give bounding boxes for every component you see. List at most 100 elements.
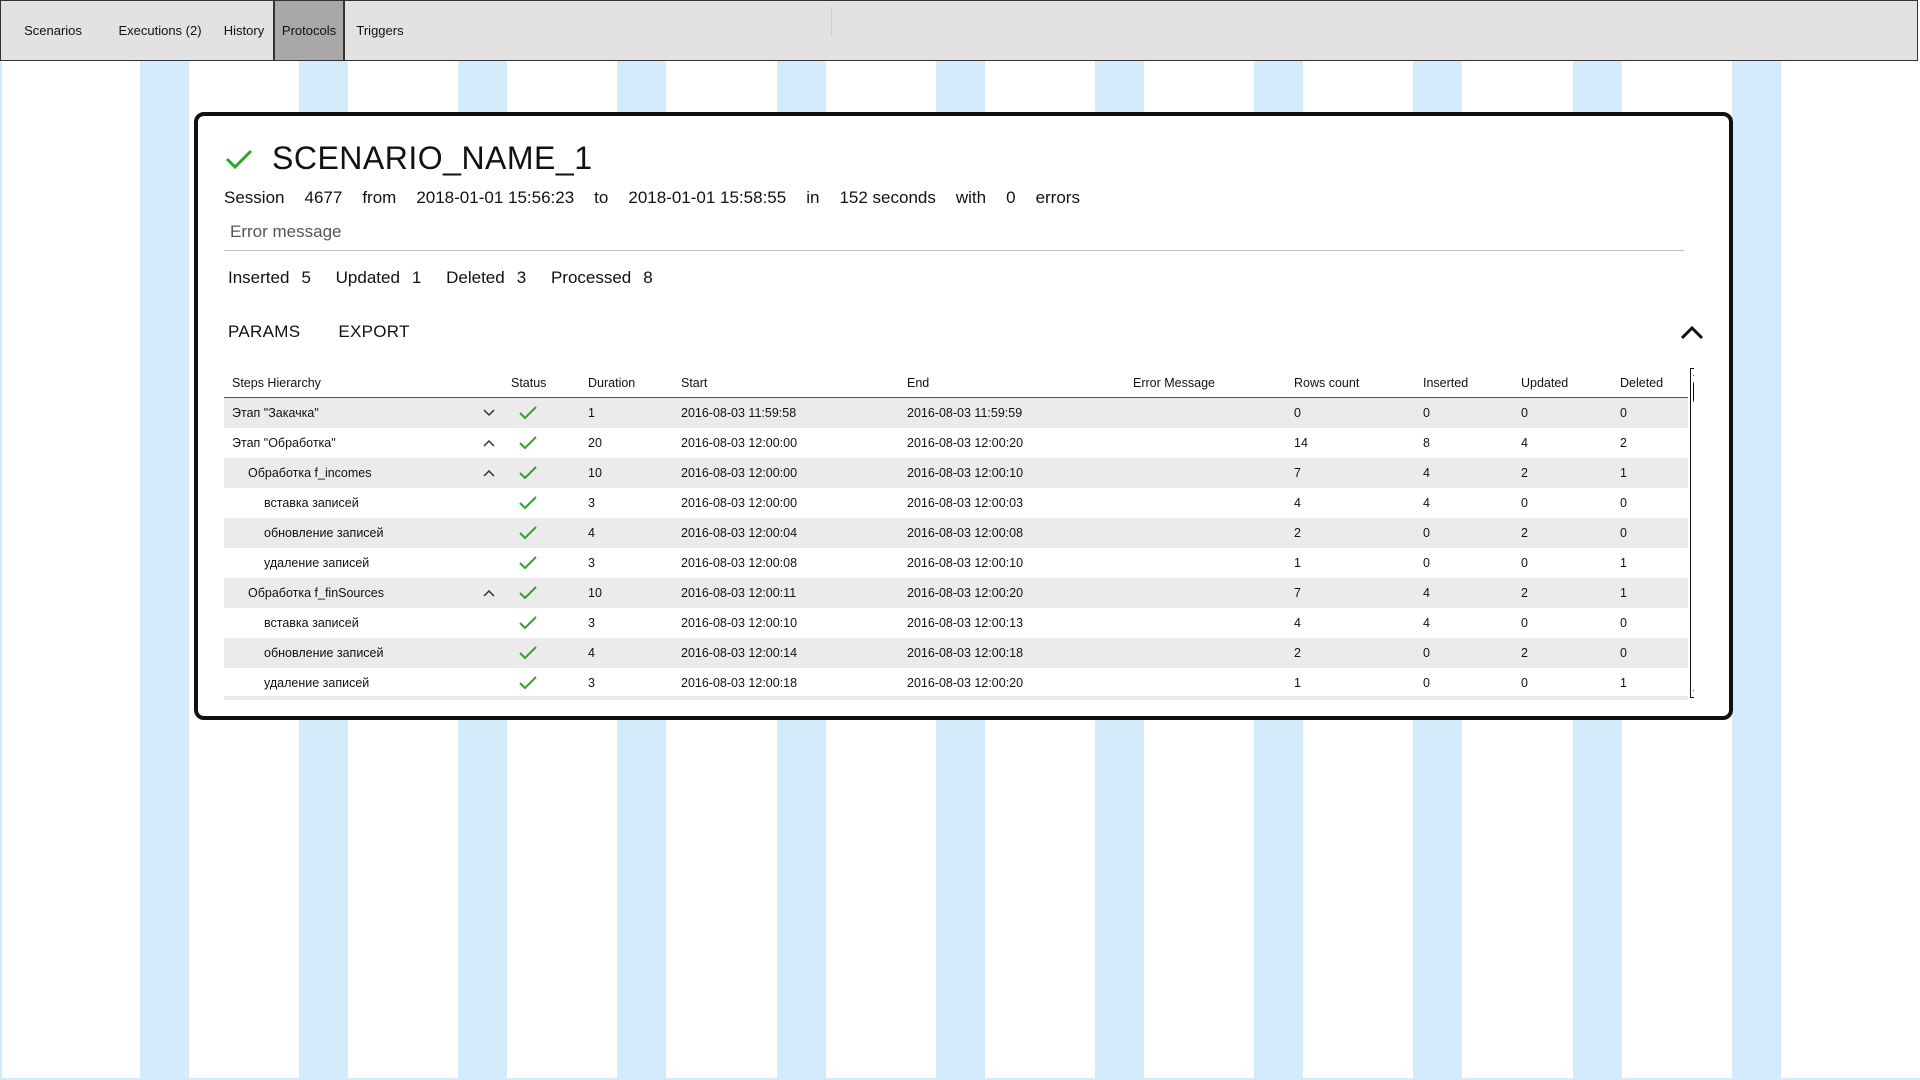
cell-deleted: 1	[1620, 556, 1627, 570]
cell-rows-count: 14	[1294, 436, 1308, 450]
table-row[interactable]: вставка записей 3 2016-08-03 12:00:10 2016-…	[224, 608, 1688, 638]
cell-updated: 4	[1521, 436, 1528, 450]
cell-duration: 3	[588, 616, 595, 630]
scroll-up-arrow-icon[interactable]	[1692, 370, 1694, 378]
cell-start: 2016-08-03 11:59:58	[681, 406, 797, 420]
cell-step-name: обновление записей	[264, 646, 384, 660]
cell-rows-count: 7	[1294, 586, 1301, 600]
errors-label: errors	[1035, 188, 1080, 207]
cell-inserted: 8	[1423, 436, 1430, 450]
cell-deleted: 0	[1620, 406, 1627, 420]
header-start[interactable]: Start	[681, 368, 707, 398]
cell-deleted: 0	[1620, 646, 1627, 660]
tab-triggers[interactable]: Triggers	[345, 1, 415, 60]
session-summary: Session 4677 from 2018-01-01 15:56:23 to…	[224, 188, 1100, 208]
header-steps[interactable]: Steps Hierarchy	[232, 368, 321, 398]
export-button[interactable]: EXPORT	[338, 322, 409, 342]
inserted-count: 5	[301, 268, 311, 287]
cell-updated: 0	[1521, 496, 1528, 510]
table-scrollbar[interactable]	[1690, 368, 1694, 698]
scenario-header: SCENARIO_NAME_1	[224, 140, 592, 177]
cell-deleted: 1	[1620, 466, 1627, 480]
cell-start: 2016-08-03 12:00:10	[681, 616, 798, 630]
cell-updated: 0	[1521, 616, 1528, 630]
cell-rows-count: 7	[1294, 466, 1301, 480]
cell-updated: 2	[1521, 466, 1528, 480]
scroll-down-arrow-icon[interactable]	[1692, 688, 1694, 696]
cell-end: 2016-08-03 12:00:18	[907, 646, 1024, 660]
cell-duration: 3	[588, 556, 595, 570]
tab-bar-separator	[831, 7, 832, 37]
table-row[interactable]: Обработка f_finSources 10 2016-08-03 12:00…	[224, 578, 1688, 608]
chevron-up-icon[interactable]	[482, 588, 496, 598]
cell-step-name: обновление записей	[264, 526, 384, 540]
header-error-message[interactable]: Error Message	[1133, 368, 1215, 398]
check-icon	[519, 496, 537, 510]
header-inserted[interactable]: Inserted	[1423, 368, 1468, 398]
cell-duration: 1	[588, 406, 595, 420]
cell-start: 2016-08-03 12:00:18	[681, 676, 798, 690]
table-row[interactable]: удаление записей 3 2016-08-03 12:00:18 2016…	[224, 668, 1688, 698]
cell-duration: 10	[588, 586, 602, 600]
cell-deleted: 0	[1620, 496, 1627, 510]
tab-executions[interactable]: Executions (2)	[105, 1, 215, 60]
table-row[interactable]: Этап "Обработка" 20 2016-08-03 12:00:00 201…	[224, 428, 1688, 458]
steps-table: Steps Hierarchy Status Duration Start En…	[224, 368, 1694, 700]
chevron-up-icon[interactable]	[1678, 322, 1706, 344]
header-duration[interactable]: Duration	[588, 368, 635, 398]
cell-end: 2016-08-03 12:00:08	[907, 526, 1024, 540]
chevron-up-icon[interactable]	[482, 438, 496, 448]
scroll-thumb[interactable]	[1693, 381, 1694, 403]
table-row[interactable]: Обработка f_incomes 10 2016-08-03 12:00:00…	[224, 458, 1688, 488]
from-label: from	[362, 188, 397, 207]
cell-duration: 3	[588, 676, 595, 690]
cell-rows-count: 2	[1294, 526, 1301, 540]
cell-end: 2016-08-03 12:00:20	[907, 586, 1024, 600]
tab-protocols[interactable]: Protocols	[273, 1, 345, 60]
check-icon	[519, 646, 537, 660]
params-button[interactable]: PARAMS	[228, 322, 300, 342]
cell-end: 2016-08-03 12:00:20	[907, 436, 1024, 450]
cell-inserted: 4	[1423, 496, 1430, 510]
cell-deleted: 2	[1620, 436, 1627, 450]
chevron-up-icon[interactable]	[482, 468, 496, 478]
deleted-count: 3	[516, 268, 527, 287]
cell-start: 2016-08-03 12:00:04	[681, 526, 798, 540]
tab-scenarios[interactable]: Scenarios	[1, 1, 105, 60]
cell-inserted: 4	[1423, 616, 1430, 630]
processed-label: Processed	[550, 268, 632, 287]
error-message-field[interactable]: Error message	[230, 222, 341, 242]
header-status[interactable]: Status	[511, 368, 546, 398]
cell-updated: 2	[1521, 526, 1528, 540]
tab-history[interactable]: History	[215, 1, 273, 60]
cell-deleted: 0	[1620, 616, 1627, 630]
header-deleted[interactable]: Deleted	[1620, 368, 1663, 398]
header-end[interactable]: End	[907, 368, 929, 398]
table-row[interactable]: Этап "Закачка" 1 2016-08-03 11:59:58 2016-0…	[224, 398, 1688, 428]
header-updated[interactable]: Updated	[1521, 368, 1568, 398]
check-icon	[225, 149, 253, 169]
scenario-title: SCENARIO_NAME_1	[272, 140, 593, 176]
chevron-down-icon[interactable]	[482, 408, 496, 418]
table-row[interactable]: вставка записей 3 2016-08-03 12:00:00 2016-…	[224, 488, 1688, 518]
check-icon	[519, 616, 537, 630]
cell-step-name: Этап "Обработка"	[232, 436, 336, 450]
check-icon	[519, 436, 537, 450]
check-icon	[519, 406, 537, 420]
cell-updated: 0	[1521, 676, 1528, 690]
table-row[interactable]: удаление записей 3 2016-08-03 12:00:08 2016…	[224, 548, 1688, 578]
grid-column	[140, 61, 189, 1079]
cell-duration: 4	[588, 646, 595, 660]
header-rows-count[interactable]: Rows count	[1294, 368, 1359, 398]
cell-inserted: 0	[1423, 406, 1430, 420]
cell-start: 2016-08-03 12:00:00	[681, 466, 798, 480]
table-row[interactable]: обновление записей 4 2016-08-03 12:00:04 20…	[224, 518, 1688, 548]
check-icon	[519, 526, 537, 540]
updated-label: Updated	[335, 268, 400, 287]
cell-inserted: 0	[1423, 646, 1430, 660]
cell-inserted: 0	[1423, 556, 1430, 570]
cell-updated: 2	[1521, 646, 1528, 660]
table-row[interactable]: обновление записей 4 2016-08-03 12:00:14 20…	[224, 638, 1688, 668]
cell-rows-count: 0	[1294, 406, 1301, 420]
divider	[224, 250, 1684, 251]
